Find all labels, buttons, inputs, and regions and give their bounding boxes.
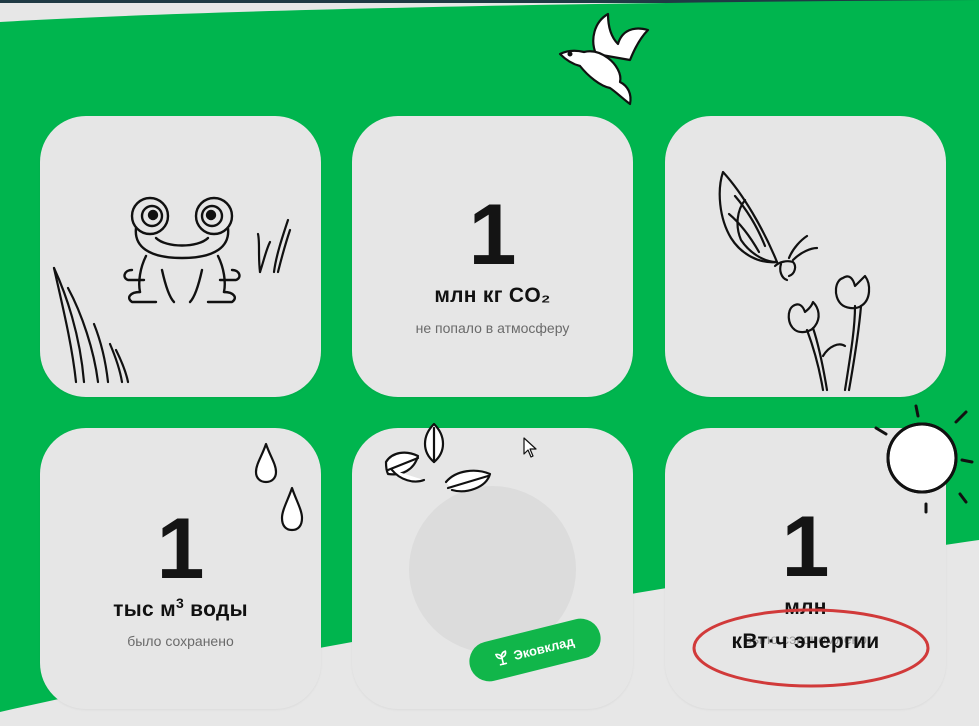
- water-stat-card: 1 тыс м3 воды было сохранено: [40, 428, 321, 709]
- water-unit-suffix: воды: [184, 598, 248, 621]
- water-unit: тыс м3 воды: [40, 595, 321, 622]
- energy-value: 1: [781, 499, 830, 595]
- frog-card: [40, 116, 321, 397]
- water-unit-exponent: 3: [175, 595, 185, 611]
- grass-icon: [52, 266, 130, 384]
- butterfly-card: [665, 116, 946, 397]
- butterfly-icon: [718, 170, 819, 282]
- co2-value: 1: [468, 187, 517, 283]
- frog-icon: [123, 196, 241, 304]
- co2-description: не попало в атмосферу: [415, 320, 570, 336]
- cursor-icon: [523, 437, 537, 458]
- eco-deposit-card[interactable]: Эковклад: [352, 422, 633, 709]
- water-unit-prefix: тыс м: [113, 598, 176, 621]
- grass-icon: [256, 218, 292, 274]
- highlight-ellipse: [692, 608, 930, 688]
- leaves-icon: [384, 422, 492, 493]
- dove-icon: [558, 12, 650, 106]
- co2-stat-card: 1 млн кг CO₂ не попало в атмосферу: [352, 116, 633, 397]
- eco-deposit-label: Эковклад: [511, 633, 576, 663]
- water-description: было сохранено: [127, 633, 234, 649]
- co2-unit: млн кг CO₂: [434, 284, 551, 307]
- sun-icon: [874, 404, 974, 514]
- flowers-icon: [787, 274, 871, 392]
- sprout-icon: [495, 650, 508, 666]
- raindrop-icon: [254, 442, 304, 532]
